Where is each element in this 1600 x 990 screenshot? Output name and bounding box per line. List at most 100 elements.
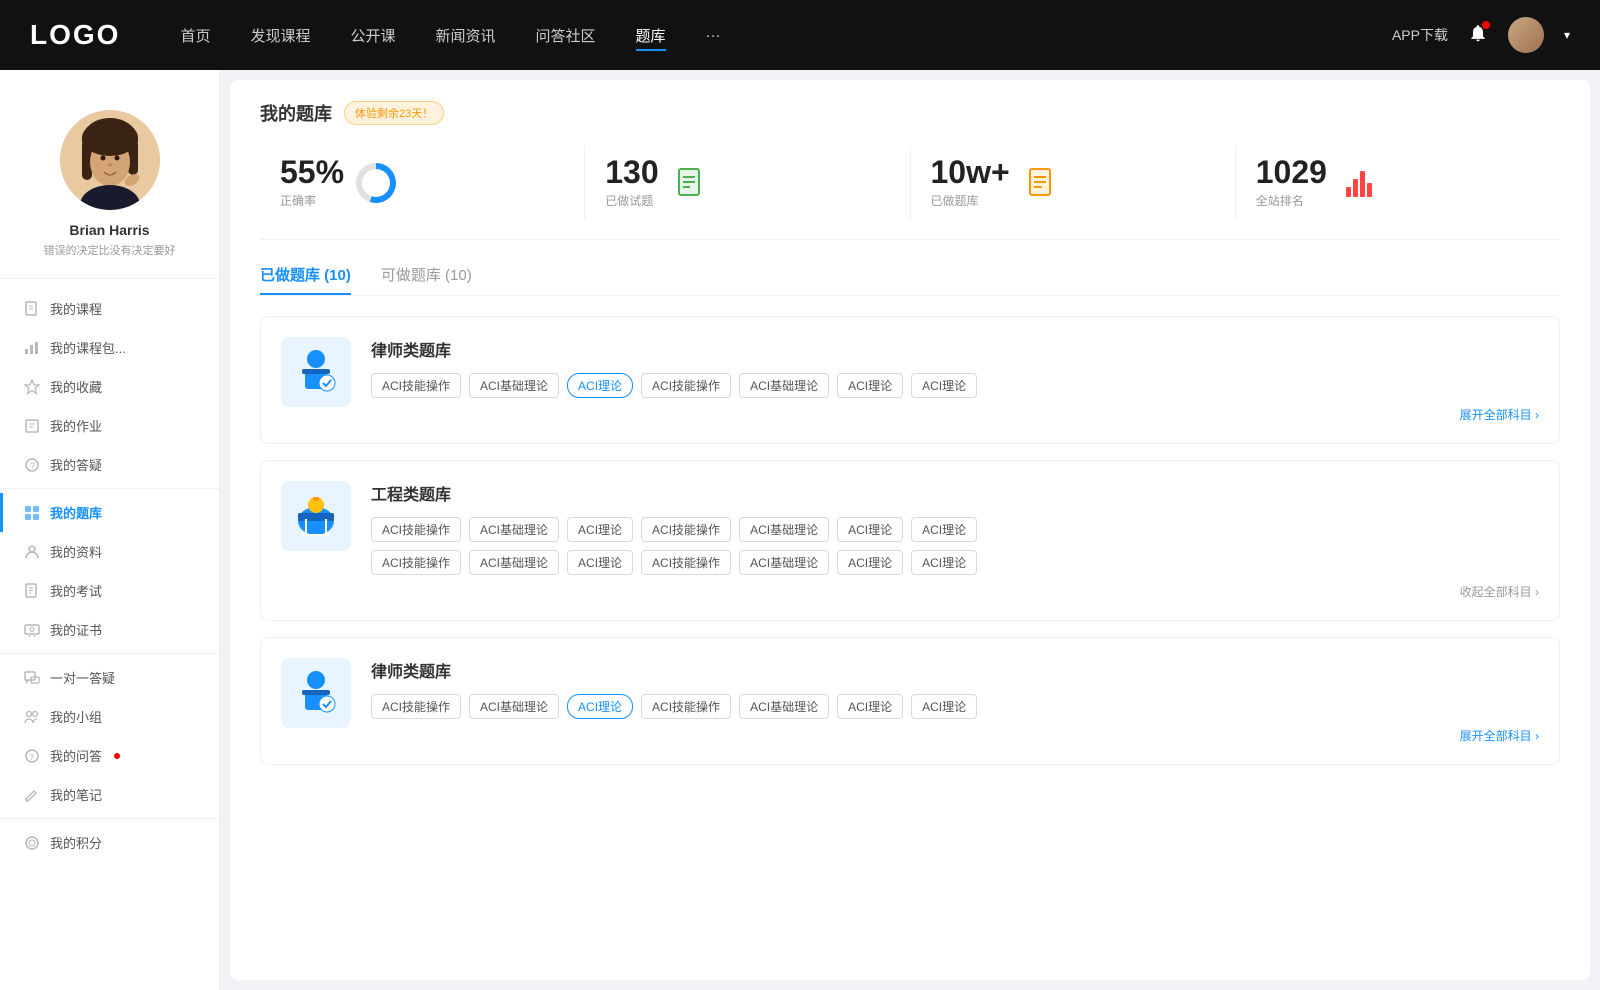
sidebar-item-homework[interactable]: 我的作业	[0, 406, 219, 445]
tag-1b-3[interactable]: ACI技能操作	[641, 550, 731, 575]
rank-icon	[1339, 163, 1379, 203]
tag-2-6[interactable]: ACI理论	[911, 694, 977, 719]
tag-1b-1[interactable]: ACI基础理论	[469, 550, 559, 575]
circle-chart-icon	[356, 163, 396, 203]
svg-text:?: ?	[30, 461, 35, 471]
sidebar-item-notes[interactable]: 我的笔记	[0, 775, 219, 814]
bank-card-1: 工程类题库 ACI技能操作 ACI基础理论 ACI理论 ACI技能操作 ACI基…	[260, 460, 1560, 621]
tag-2-2[interactable]: ACI理论	[567, 694, 633, 719]
sidebar-item-favorites[interactable]: 我的收藏	[0, 367, 219, 406]
doc-icon	[24, 301, 40, 317]
sidebar-item-course[interactable]: 我的课程	[0, 289, 219, 328]
tab-available[interactable]: 可做题库 (10)	[381, 264, 472, 295]
stat-done-banks: 10w+ 已做题库	[911, 146, 1236, 219]
divider1	[0, 488, 219, 489]
nav-questionbank[interactable]: 题库	[636, 20, 666, 51]
star-icon	[24, 379, 40, 395]
app-download-button[interactable]: APP下载	[1392, 25, 1448, 45]
tag-2-3[interactable]: ACI技能操作	[641, 694, 731, 719]
trial-badge: 体验剩余23天！	[344, 101, 444, 125]
nav-home[interactable]: 首页	[180, 20, 210, 51]
avatar-svg	[60, 110, 160, 210]
cert-icon	[24, 622, 40, 638]
tag-2-4[interactable]: ACI基础理论	[739, 694, 829, 719]
sidebar-item-questionbank[interactable]: 我的题库	[0, 493, 219, 532]
sidebar: Brian Harris 错误的决定比没有决定要好 我的课程 我的课程包... …	[0, 70, 220, 990]
nav-more[interactable]: ···	[706, 22, 721, 49]
tag-1a-1[interactable]: ACI基础理论	[469, 517, 559, 542]
sidebar-item-points[interactable]: 我的积分	[0, 823, 219, 862]
tag-1a-2[interactable]: ACI理论	[567, 517, 633, 542]
tags-row-2: ACI技能操作 ACI基础理论 ACI理论 ACI技能操作 ACI基础理论 AC…	[371, 694, 1539, 719]
expand-link-2[interactable]: 展开全部科目 ›	[371, 727, 1539, 744]
bank-content-2: 律师类题库 ACI技能操作 ACI基础理论 ACI理论 ACI技能操作 ACI基…	[371, 658, 1539, 744]
notification-dot	[1482, 21, 1490, 29]
tag-1b-6[interactable]: ACI理论	[911, 550, 977, 575]
stats-row: 55% 正确率 130 已做试题	[260, 146, 1560, 240]
topnav: LOGO 首页 发现课程 公开课 新闻资讯 问答社区 题库 ··· APP下载 …	[0, 0, 1600, 70]
score-icon	[24, 835, 40, 851]
tag-1b-2[interactable]: ACI理论	[567, 550, 633, 575]
stat-rank: 1029 全站排名	[1236, 146, 1560, 219]
tag-0-5[interactable]: ACI理论	[837, 373, 903, 398]
bank-content-1: 工程类题库 ACI技能操作 ACI基础理论 ACI理论 ACI技能操作 ACI基…	[371, 481, 1539, 600]
rank-label: 全站排名	[1256, 192, 1327, 209]
tag-1a-3[interactable]: ACI技能操作	[641, 517, 731, 542]
nav-qa[interactable]: 问答社区	[536, 20, 596, 51]
nav-discover[interactable]: 发现课程	[250, 20, 310, 51]
nav-opencourse[interactable]: 公开课	[350, 20, 395, 51]
sidebar-item-group[interactable]: 我的小组	[0, 697, 219, 736]
tags-row-0: ACI技能操作 ACI基础理论 ACI理论 ACI技能操作 ACI基础理论 AC…	[371, 373, 1539, 398]
sidebar-item-myqa[interactable]: ? 我的问答	[0, 736, 219, 775]
nav-news[interactable]: 新闻资讯	[436, 20, 496, 51]
logo: LOGO	[30, 19, 120, 51]
engineer-svg-icon	[291, 491, 341, 541]
bank-card-0: 律师类题库 ACI技能操作 ACI基础理论 ACI理论 ACI技能操作 ACI基…	[260, 316, 1560, 444]
tag-1a-0[interactable]: ACI技能操作	[371, 517, 461, 542]
tag-0-4[interactable]: ACI基础理论	[739, 373, 829, 398]
tab-done[interactable]: 已做题库 (10)	[260, 264, 351, 295]
tag-1a-4[interactable]: ACI基础理论	[739, 517, 829, 542]
tag-2-0[interactable]: ACI技能操作	[371, 694, 461, 719]
tag-2-5[interactable]: ACI理论	[837, 694, 903, 719]
tag-2-1[interactable]: ACI基础理论	[469, 694, 559, 719]
sidebar-item-1on1[interactable]: 一对一答疑	[0, 658, 219, 697]
tag-1a-6[interactable]: ACI理论	[911, 517, 977, 542]
lawyer-svg-icon	[291, 347, 341, 397]
expand-link-0[interactable]: 展开全部科目 ›	[371, 406, 1539, 423]
tag-1b-5[interactable]: ACI理论	[837, 550, 903, 575]
sidebar-item-exam[interactable]: 我的考试	[0, 571, 219, 610]
sidebar-item-certificate[interactable]: 我的证书	[0, 610, 219, 649]
collapse-link-1[interactable]: 收起全部科目 ›	[371, 583, 1539, 600]
done-banks-icon	[1022, 163, 1062, 203]
tag-0-6[interactable]: ACI理论	[911, 373, 977, 398]
bank-icon-lawyer2	[281, 658, 351, 728]
user-avatar[interactable]	[1508, 17, 1544, 53]
done-questions-icon	[671, 163, 711, 203]
homework-icon	[24, 418, 40, 434]
avatar-image	[1508, 17, 1544, 53]
user-motto: 错误的决定比没有决定要好	[44, 242, 176, 258]
notification-bell[interactable]	[1468, 23, 1488, 48]
rank-value: 1029	[1256, 156, 1327, 188]
tag-1a-5[interactable]: ACI理论	[837, 517, 903, 542]
tag-0-2[interactable]: ACI理论	[567, 373, 633, 398]
bar-chart-red-icon	[1346, 169, 1372, 197]
grid-icon	[24, 505, 40, 521]
tag-0-1[interactable]: ACI基础理论	[469, 373, 559, 398]
done-questions-value: 130	[605, 156, 658, 188]
nav-right: APP下载 ▾	[1392, 17, 1570, 53]
bank-content-0: 律师类题库 ACI技能操作 ACI基础理论 ACI理论 ACI技能操作 ACI基…	[371, 337, 1539, 423]
bank-title-0: 律师类题库	[371, 337, 1539, 361]
tag-0-0[interactable]: ACI技能操作	[371, 373, 461, 398]
tag-1b-4[interactable]: ACI基础理论	[739, 550, 829, 575]
sidebar-item-coursepack[interactable]: 我的课程包...	[0, 328, 219, 367]
sidebar-item-qa[interactable]: ? 我的答疑	[0, 445, 219, 484]
question-circle-icon: ?	[24, 457, 40, 473]
done-banks-label: 已做题库	[931, 192, 1010, 209]
done-questions-label: 已做试题	[605, 192, 658, 209]
user-menu-chevron[interactable]: ▾	[1564, 28, 1570, 42]
tag-1b-0[interactable]: ACI技能操作	[371, 550, 461, 575]
sidebar-item-profile[interactable]: 我的资料	[0, 532, 219, 571]
tag-0-3[interactable]: ACI技能操作	[641, 373, 731, 398]
